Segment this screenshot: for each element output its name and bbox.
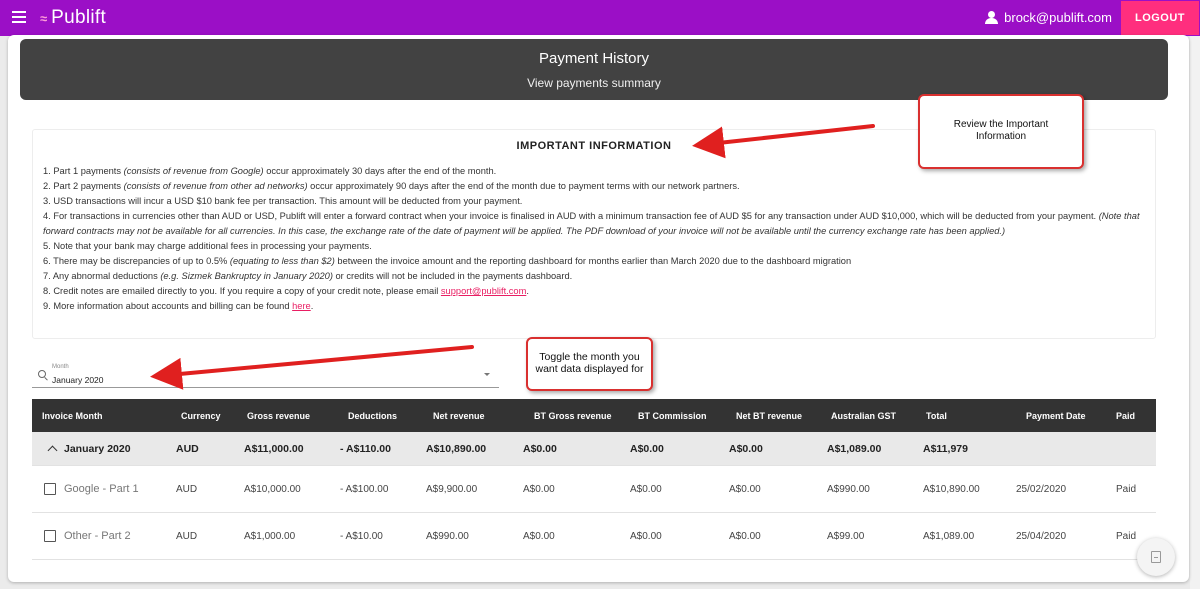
header-currency[interactable]: Currency [181, 399, 221, 432]
row-net-bt: A$0.00 [729, 483, 761, 495]
row-bt-gross: A$0.00 [523, 483, 555, 495]
info-item-6: 6. There may be discrepancies of up to 0… [43, 256, 852, 266]
row-gst: A$99.00 [827, 530, 865, 542]
group-gross: A$11,000.00 [244, 442, 304, 455]
header-payment-date[interactable]: Payment Date [1026, 399, 1086, 432]
callout-review-line-1: Review the Important [953, 119, 1049, 130]
table-row[interactable]: Google - Part 1 AUD A$10,000.00 - A$100.… [32, 466, 1156, 513]
header-net-revenue[interactable]: Net revenue [433, 399, 485, 432]
header-net-bt-revenue[interactable]: Net BT revenue [736, 399, 802, 432]
row-deductions: - A$10.00 [340, 530, 383, 542]
group-name: January 2020 [64, 442, 131, 455]
group-net: A$10,890.00 [426, 442, 487, 455]
info-item-9: 9. More information about accounts and b… [43, 301, 314, 311]
menu-icon[interactable] [12, 11, 26, 23]
group-total: A$11,979 [923, 442, 968, 455]
month-group-row[interactable]: January 2020 AUD A$11,000.00 - A$110.00 … [32, 432, 1156, 466]
group-name-cell: January 2020 [46, 432, 131, 465]
header-bt-gross-revenue[interactable]: BT Gross revenue [534, 399, 612, 432]
row-payment-date: 25/04/2020 [1016, 530, 1067, 542]
info-item-7: 7. Any abnormal deductions (e.g. Sizmek … [43, 271, 573, 281]
logo-text: Publift [51, 7, 107, 28]
header-total[interactable]: Total [926, 399, 947, 432]
row-gross: A$1,000.00 [244, 530, 296, 542]
info-item-2: 2. Part 2 payments (consists of revenue … [43, 181, 740, 191]
logout-button[interactable]: LOGOUT [1121, 1, 1199, 35]
row-gst: A$990.00 [827, 483, 870, 495]
info-item-4: 4. For transactions in currencies other … [43, 211, 1140, 236]
header-deductions[interactable]: Deductions [348, 399, 397, 432]
row-payment-date: 25/02/2020 [1016, 483, 1067, 495]
header-invoice-month[interactable]: Invoice Month [42, 399, 103, 432]
document-icon [1151, 551, 1161, 563]
group-currency: AUD [176, 442, 199, 455]
row-checkbox[interactable] [44, 483, 56, 495]
month-select-label: Month [52, 364, 69, 370]
row-currency: AUD [176, 530, 198, 542]
support-email-link[interactable]: support@publift.com [441, 286, 526, 296]
info-item-5: 5. Note that your bank may charge additi… [43, 241, 372, 251]
row-name-cell: Google - Part 1 [44, 466, 139, 512]
info-item-8: 8. Credit notes are emailed directly to … [43, 286, 529, 296]
header-paid[interactable]: Paid [1116, 399, 1135, 432]
row-net: A$9,900.00 [426, 483, 478, 495]
row-bt-commission: A$0.00 [630, 483, 662, 495]
row-bt-commission: A$0.00 [630, 530, 662, 542]
payment-history-header: Payment History View payments summary [20, 39, 1168, 100]
row-total: A$1,089.00 [923, 530, 975, 542]
row-paid: Paid [1116, 530, 1137, 542]
header-australian-gst[interactable]: Australian GST [831, 399, 896, 432]
user-email: brock@publift.com [1004, 10, 1112, 25]
callout-review-important-info: Review the Important Information [918, 94, 1084, 169]
row-name: Google - Part 1 [64, 483, 139, 495]
row-bt-gross: A$0.00 [523, 530, 555, 542]
header-gross-revenue[interactable]: Gross revenue [247, 399, 310, 432]
page-scrollbar[interactable] [1190, 36, 1200, 589]
billing-info-here-link[interactable]: here [292, 301, 311, 311]
row-net: A$990.00 [426, 530, 469, 542]
table-row[interactable]: Other - Part 2 AUD A$1,000.00 - A$10.00 … [32, 513, 1156, 560]
publift-logo[interactable]: ≈ Publift [40, 7, 106, 29]
payments-table: Invoice Month Currency Gross revenue Ded… [32, 399, 1156, 560]
group-gst: A$1,089.00 [827, 442, 882, 455]
row-checkbox[interactable] [44, 530, 56, 542]
row-name: Other - Part 2 [64, 530, 131, 542]
group-net-bt: A$0.00 [729, 442, 763, 455]
row-total: A$10,890.00 [923, 483, 980, 495]
group-bt-commission: A$0.00 [630, 442, 664, 455]
info-item-3: 3. USD transactions will incur a USD $10… [43, 196, 523, 206]
logo-mark-icon: ≈ [40, 10, 48, 26]
header-bt-commission[interactable]: BT Commission [638, 399, 707, 432]
row-gross: A$10,000.00 [244, 483, 301, 495]
callout-toggle-month: Toggle the month you want data displayed… [526, 337, 653, 391]
table-header: Invoice Month Currency Gross revenue Ded… [32, 399, 1156, 432]
search-icon [38, 370, 46, 378]
download-pdf-button[interactable] [1137, 538, 1175, 576]
month-select[interactable]: Month January 2020 [32, 363, 499, 388]
row-deductions: - A$100.00 [340, 483, 389, 495]
row-paid: Paid [1116, 483, 1137, 495]
callout-review-line-2: Information [975, 131, 1027, 142]
row-net-bt: A$0.00 [729, 530, 761, 542]
top-app-bar: ≈ Publift brock@publift.com LOGOUT [0, 0, 1200, 36]
important-information-list: 1. Part 1 payments (consists of revenue … [43, 164, 1143, 314]
group-deductions: - A$110.00 [340, 442, 391, 455]
chevron-up-icon[interactable] [47, 445, 58, 455]
callout-toggle-line-2: want data displayed for [535, 363, 644, 375]
group-bt-gross: A$0.00 [523, 442, 557, 455]
view-payments-summary-link[interactable]: View payments summary [20, 76, 1168, 90]
month-select-value: January 2020 [52, 375, 104, 385]
callout-toggle-line-1: Toggle the month you [539, 351, 640, 363]
dropdown-arrow-icon [484, 373, 490, 376]
user-icon [985, 11, 999, 24]
page-title: Payment History [538, 50, 650, 67]
row-name-cell: Other - Part 2 [44, 513, 131, 559]
user-account[interactable]: brock@publift.com [985, 10, 1112, 25]
row-currency: AUD [176, 483, 198, 495]
